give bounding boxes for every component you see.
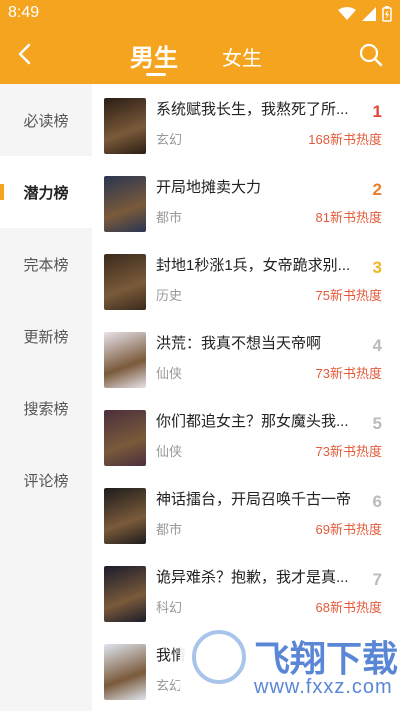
back-icon[interactable] <box>12 40 40 68</box>
book-row[interactable]: 开局地摊卖大力 都市 81新书热度 2 <box>92 162 400 240</box>
status-icons <box>338 6 392 22</box>
search-icon[interactable] <box>358 42 384 68</box>
book-row[interactable]: 你们都追女主？那女魔头我... 仙侠 73新书热度 5 <box>92 396 400 474</box>
wifi-icon <box>338 7 356 20</box>
book-cover[interactable] <box>104 176 146 232</box>
book-genre: 仙侠 <box>156 444 183 459</box>
status-bar: 8:49 <box>0 0 400 28</box>
book-heat: 73新书热度 <box>315 366 382 381</box>
sidebar-item-completed[interactable]: 完本榜 <box>0 228 92 300</box>
sidebar-item-search[interactable]: 搜索榜 <box>0 372 92 444</box>
watermark-text: 飞翔下载 <box>254 638 399 679</box>
book-rank: 4 <box>372 336 382 355</box>
active-indicator <box>0 184 4 200</box>
sidebar-item-label: 更新榜 <box>23 328 69 346</box>
book-genre: 都市 <box>156 522 183 537</box>
book-rank: 2 <box>372 180 382 199</box>
book-row[interactable]: 诡异难杀？抱歉，我才是真... 科幻 68新书热度 7 <box>92 552 400 630</box>
sidebar-item-label: 完本榜 <box>23 256 69 274</box>
book-title[interactable]: 神话擂台，开局召唤千古一帝 <box>156 488 356 509</box>
sidebar-item-comments[interactable]: 评论榜 <box>0 444 92 516</box>
book-genre: 科幻 <box>156 600 183 615</box>
book-heat: 81新书热度 <box>315 210 382 225</box>
sidebar-item-label: 必读榜 <box>23 112 69 130</box>
app-header: 8:49 男生 女生 <box>0 0 400 84</box>
book-title[interactable]: 开局地摊卖大力 <box>156 176 356 197</box>
book-rank: 7 <box>372 570 382 589</box>
book-heat: 168新书热度 <box>308 132 382 147</box>
book-genre: 都市 <box>156 210 183 225</box>
sidebar-item-must-read[interactable]: 必读榜 <box>0 84 92 156</box>
book-row[interactable]: 神话擂台，开局召唤千古一帝 都市 69新书热度 6 <box>92 474 400 552</box>
book-cover[interactable] <box>104 254 146 310</box>
book-title[interactable]: 系统赋我长生，我熬死了所... <box>156 98 356 119</box>
book-heat: 69新书热度 <box>315 522 382 537</box>
signal-icon <box>362 7 376 21</box>
book-title[interactable]: 封地1秒涨1兵，女帝跪求别... <box>156 254 356 275</box>
book-rank: 3 <box>372 258 382 277</box>
book-genre: 玄幻 <box>156 132 183 147</box>
book-rank: 1 <box>372 102 382 121</box>
top-nav: 男生 女生 <box>0 28 400 84</box>
sidebar-item-potential[interactable]: 潜力榜 <box>0 156 92 228</box>
sidebar-item-label: 评论榜 <box>23 472 69 490</box>
sidebar-item-label: 搜索榜 <box>23 400 69 418</box>
ranking-sidebar: 必读榜 潜力榜 完本榜 更新榜 搜索榜 评论榜 <box>0 84 92 711</box>
site-watermark: 飞翔下载 www.fxxz.com <box>180 628 400 711</box>
book-genre: 仙侠 <box>156 366 183 381</box>
book-genre: 历史 <box>156 288 183 303</box>
tab-male[interactable]: 男生 <box>130 38 178 73</box>
sidebar-item-label: 潜力榜 <box>23 184 69 202</box>
watermark-url: www.fxxz.com <box>254 676 393 698</box>
book-cover[interactable] <box>104 410 146 466</box>
book-rank: 6 <box>372 492 382 511</box>
book-row[interactable]: 洪荒：我真不想当天帝啊 仙侠 73新书热度 4 <box>92 318 400 396</box>
book-cover[interactable] <box>104 332 146 388</box>
book-cover[interactable] <box>104 98 146 154</box>
book-heat: 68新书热度 <box>315 600 382 615</box>
watermark-logo-icon <box>192 630 246 684</box>
battery-icon <box>382 6 392 22</box>
book-title[interactable]: 你们都追女主？那女魔头我... <box>156 410 356 431</box>
status-time: 8:49 <box>8 4 40 21</box>
book-heat: 73新书热度 <box>315 444 382 459</box>
book-heat: 75新书热度 <box>315 288 382 303</box>
book-title[interactable]: 诡异难杀？抱歉，我才是真... <box>156 566 356 587</box>
book-cover[interactable] <box>104 644 146 700</box>
book-row[interactable]: 系统赋我长生，我熬死了所... 玄幻 168新书热度 1 <box>92 84 400 162</box>
book-cover[interactable] <box>104 566 146 622</box>
book-cover[interactable] <box>104 488 146 544</box>
tab-female[interactable]: 女生 <box>222 42 262 71</box>
book-rank: 5 <box>372 414 382 433</box>
sidebar-item-updated[interactable]: 更新榜 <box>0 300 92 372</box>
book-list: 系统赋我长生，我熬死了所... 玄幻 168新书热度 1 开局地摊卖大力 都市 … <box>92 84 400 711</box>
active-tab-indicator <box>146 73 166 76</box>
book-title[interactable]: 洪荒：我真不想当天帝啊 <box>156 332 356 353</box>
book-genre: 玄幻 <box>156 678 183 693</box>
book-row[interactable]: 封地1秒涨1兵，女帝跪求别... 历史 75新书热度 3 <box>92 240 400 318</box>
